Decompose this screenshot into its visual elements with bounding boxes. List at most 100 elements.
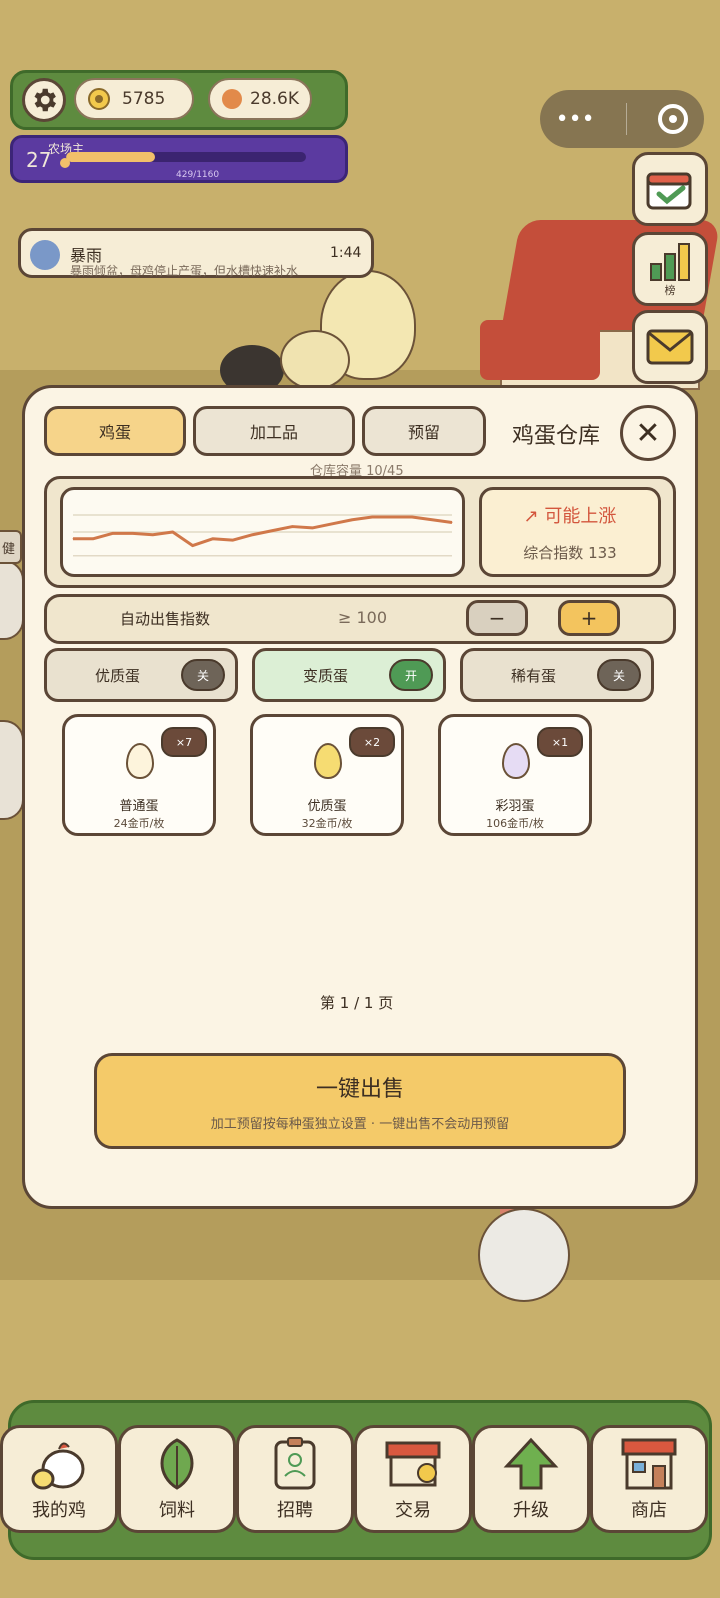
envelope-icon [646,329,694,365]
trend-label: ↗ 可能上涨 [523,505,617,527]
toggle-switch[interactable]: 关 [181,659,225,691]
nav-shop[interactable]: 商店 [590,1425,708,1533]
egg-price: 106金币/枚 [486,817,544,830]
chick[interactable] [280,330,350,390]
price-point [132,532,134,534]
egg-icon [502,743,530,779]
composite-index: 综合指数 133 [523,543,617,562]
bar-chart-icon [650,243,690,281]
decrease-threshold-button[interactable]: − [466,600,528,636]
chicken-offscreen[interactable] [0,720,24,820]
tab-reserve[interactable]: 预留 [362,406,486,456]
egg-icon [314,743,342,779]
egg-price: 24金币/枚 [113,817,165,830]
toggle-switch[interactable]: 开 [389,659,433,691]
gray-chick[interactable] [478,1208,570,1302]
price-point [212,538,214,540]
toggle-spoiled-eggs[interactable]: 变质蛋 开 [252,648,446,702]
leaf-icon [147,1436,207,1492]
egg-card-normal[interactable]: ×7 普通蛋 24金币/枚 [62,714,216,836]
sell-all-hint: 加工预留按每种蛋独立设置 · 一键出售不会动用预留 [210,1116,510,1132]
weather-timer: 1:44 [330,245,362,261]
panel-title: 鸡蛋仓库 [512,424,601,449]
price-point [431,519,433,521]
nav-label: 升级 [513,1500,549,1521]
price-point [391,516,393,518]
nav-label: 交易 [395,1500,431,1521]
nav-label: 饲料 [159,1500,195,1521]
nav-trade[interactable]: 交易 [354,1425,472,1533]
miniprogram-capsule: ••• [540,90,704,148]
gem-counter[interactable]: 28.6K [208,78,312,120]
tab-processed-goods[interactable]: 加工品 [193,406,355,456]
sell-all-label: 一键出售 [315,1076,404,1102]
increase-threshold-button[interactable]: + [558,600,620,636]
toggle-switch[interactable]: 关 [597,659,641,691]
price-chart-svg [72,514,453,557]
tab-eggs[interactable]: 鸡蛋 [44,406,186,456]
more-menu-icon[interactable]: ••• [556,107,595,132]
price-point [172,531,174,533]
calendar-button[interactable] [632,152,708,226]
mail-button[interactable] [632,310,708,384]
egg-price: 32金币/枚 [301,817,353,830]
xp-text: 429/1160 [176,170,220,180]
ranking-button[interactable]: 榜 [632,232,708,306]
gold-counter[interactable]: 5785 [74,78,194,120]
nav-recruit[interactable]: 招聘 [236,1425,354,1533]
price-point [232,539,234,541]
health-sign: 健 [0,530,22,564]
xp-track [66,152,306,162]
egg-name: 彩羽蛋 [495,799,535,814]
id-card-icon [265,1436,325,1492]
settings-button[interactable] [22,78,66,122]
price-point [271,530,273,532]
sell-all-button[interactable]: 一键出售 加工预留按每种蛋独立设置 · 一键出售不会动用预留 [94,1053,626,1149]
toggle-rare-eggs[interactable]: 稀有蛋 关 [460,648,654,702]
up-arrow-icon [501,1436,561,1492]
toggle-quality-eggs[interactable]: 优质蛋 关 [44,648,238,702]
xp-dot [60,158,70,168]
rain-cloud-icon [30,240,60,270]
price-point [351,519,353,521]
price-chart [60,487,465,577]
xp-fill [66,152,155,162]
egg-count-badge: ×1 [537,727,583,757]
auto-sell-threshold: ≥ 100 [338,608,388,627]
trend-box: ↗ 可能上涨 综合指数 133 [479,487,661,577]
shop-icon [619,1436,679,1492]
egg-name: 优质蛋 [307,799,347,814]
ranking-label: 榜 [664,284,676,297]
price-point [152,534,154,536]
price-point [291,526,293,528]
price-point [331,523,333,525]
toggle-label: 优质蛋 [95,666,141,685]
close-miniprogram-icon[interactable] [658,104,689,134]
price-point [311,527,313,529]
market-stall-icon [383,1436,443,1492]
price-point [112,532,114,534]
price-point [192,545,194,547]
gem-amount: 28.6K [250,89,299,109]
chicken-icon [29,1436,89,1492]
chicken-offscreen[interactable] [0,560,24,640]
close-icon: ✕ [635,415,661,451]
egg-card-rainbow[interactable]: ×1 彩羽蛋 106金币/枚 [438,714,592,836]
close-button[interactable]: ✕ [620,405,676,461]
nav-label: 招聘 [277,1500,313,1521]
gear-icon [34,88,57,112]
nav-upgrade[interactable]: 升级 [472,1425,590,1533]
page-indicator: 第 1 / 1 页 [320,994,394,1012]
egg-icon [126,743,154,779]
gold-amount: 5785 [122,89,166,109]
capsule-divider [625,103,627,135]
weather-description: 暴雨倾盆，母鸡停止产蛋，但水槽快速补水 [70,264,299,278]
price-point [252,534,254,536]
nav-feed[interactable]: 饲料 [118,1425,236,1533]
barn-roof-lower [480,320,600,380]
nav-my-chickens[interactable]: 我的鸡 [0,1425,118,1533]
egg-card-quality[interactable]: ×2 优质蛋 32金币/枚 [250,714,404,836]
price-point [92,538,94,540]
egg-count-badge: ×2 [349,727,395,757]
price-point [72,538,74,540]
